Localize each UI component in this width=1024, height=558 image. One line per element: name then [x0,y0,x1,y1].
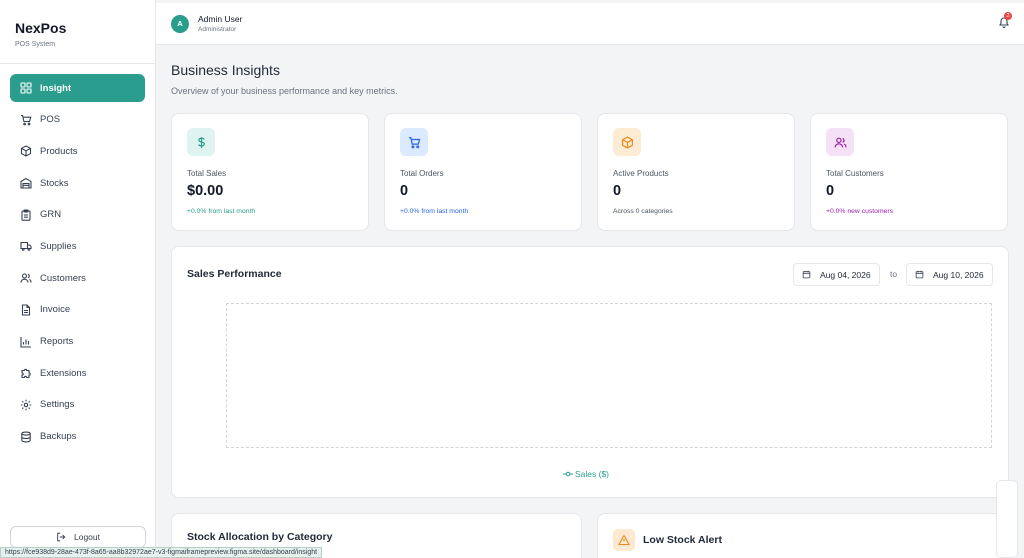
logout-label: Logout [74,532,100,542]
sidebar-item-label: Backups [40,431,77,443]
stat-card-total-customers: Total Customers 0 +0.0% new customers [810,113,1008,231]
sidebar-item-label: Insight [40,82,72,94]
stat-label: Total Sales [187,169,227,178]
sidebar-item-label: Supplies [40,240,77,252]
users-icon [20,272,32,284]
stat-value: 0 [826,183,835,199]
database-icon [20,431,32,443]
date-from-picker[interactable]: Aug 04, 2026 [793,263,880,286]
brand-name: NexPos [15,20,67,36]
sidebar-item-label: Extensions [40,367,87,379]
warning-icon [613,529,635,551]
sidebar-item-products[interactable]: Products [10,137,145,165]
sidebar-item-reports[interactable]: Reports [10,328,145,356]
sidebar-item-supplies[interactable]: Supplies [10,232,145,260]
users-icon [826,128,854,156]
low-stock-title: Low Stock Alert [643,534,722,546]
chart-legend[interactable]: Sales ($) [563,469,609,479]
low-stock-card: Low Stock Alert [597,513,1009,558]
legend-label: Sales ($) [575,469,610,479]
sidebar-item-insight[interactable]: Insight [10,74,145,102]
cart-icon [400,128,428,156]
sidebar-item-label: Reports [40,336,74,347]
clipboard-icon [20,209,32,221]
sales-performance-card: Sales Performance Aug 04, 2026 to Aug 10… [171,246,1009,498]
bar-chart-icon [20,336,32,348]
sidebar-item-pos[interactable]: POS [10,106,145,134]
stat-value: 0 [613,183,622,199]
date-to-value: Aug 10, 2026 [933,269,984,280]
stat-note: +0.0% from last month [400,208,469,215]
file-icon [20,304,32,316]
stat-value: 0 [400,183,409,199]
sales-chart-plot-area [226,303,992,448]
sidebar-item-settings[interactable]: Settings [10,391,145,419]
page-subtitle: Overview of your business performance an… [171,86,398,96]
sidebar-item-label: Customers [40,272,86,284]
stat-note: +0.0% new customers [826,208,894,215]
sidebar-item-customers[interactable]: Customers [10,264,145,292]
sidebar-item-label: Stocks [40,177,69,189]
user-name: Admin User [198,14,243,24]
sidebar-item-label: POS [40,114,61,126]
truck-icon [20,240,32,252]
stat-label: Total Orders [400,169,444,178]
box-icon [613,128,641,156]
sidebar-item-grn[interactable]: GRN [10,201,145,229]
sidebar-item-invoice[interactable]: Invoice [10,296,145,324]
logout-button[interactable]: Logout [10,526,146,548]
warehouse-icon [20,177,32,189]
stat-value: $0.00 [187,183,224,199]
stat-label: Total Customers [826,169,884,178]
topbar: A Admin User Administrator 2 [156,3,1024,45]
sidebar-item-extensions[interactable]: Extensions [10,359,145,387]
date-range-separator: to [890,269,898,279]
sidebar-item-label: Invoice [40,304,71,316]
stat-note: Across 0 categories [613,208,673,215]
gear-icon [20,399,32,411]
sidebar-item-backups[interactable]: Backups [10,423,145,451]
stock-allocation-title: Stock Allocation by Category [187,531,333,543]
logout-icon [57,532,66,542]
avatar[interactable]: A [171,14,189,33]
date-from-value: Aug 04, 2026 [820,269,871,280]
page-title: Business Insights [171,62,280,78]
stat-card-total-orders: Total Orders 0 +0.0% from last month [384,113,582,231]
date-to-picker[interactable]: Aug 10, 2026 [906,263,993,286]
sidebar-nav: Insight POS Products Stocks GRN Supplies… [0,64,155,451]
sales-performance-title: Sales Performance [187,268,282,280]
stat-card-active-products: Active Products 0 Across 0 categories [597,113,795,231]
sidebar-item-label: GRN [40,209,62,221]
stat-note: +0.0% from last month [187,208,256,215]
sidebar: NexPos POS System Insight POS Products S… [0,0,156,558]
grid-icon [20,82,32,94]
box-icon [20,145,32,157]
sidebar-item-label: Products [40,145,78,157]
legend-line-marker-icon [563,471,573,477]
calendar-icon [915,270,924,279]
sidebar-item-stocks[interactable]: Stocks [10,169,145,197]
calendar-icon [802,270,811,279]
stat-label: Active Products [613,169,669,178]
puzzle-icon [20,367,32,379]
brand: NexPos POS System [0,0,155,64]
cart-icon [20,114,32,126]
user-role: Administrator [198,26,237,33]
user-info[interactable]: Admin User Administrator [198,14,242,33]
status-url-tooltip: https://fce938d9-28ae-473f-8a65-aa8b3297… [0,547,323,558]
dollar-icon [187,128,215,156]
sidebar-item-label: Settings [40,399,75,411]
floating-side-panel[interactable] [996,480,1018,558]
stat-card-total-sales: Total Sales $0.00 +0.0% from last month [171,113,369,231]
brand-subtitle: POS System [15,41,56,48]
notification-badge: 2 [1004,12,1012,20]
notifications-button[interactable]: 2 [998,12,1012,29]
